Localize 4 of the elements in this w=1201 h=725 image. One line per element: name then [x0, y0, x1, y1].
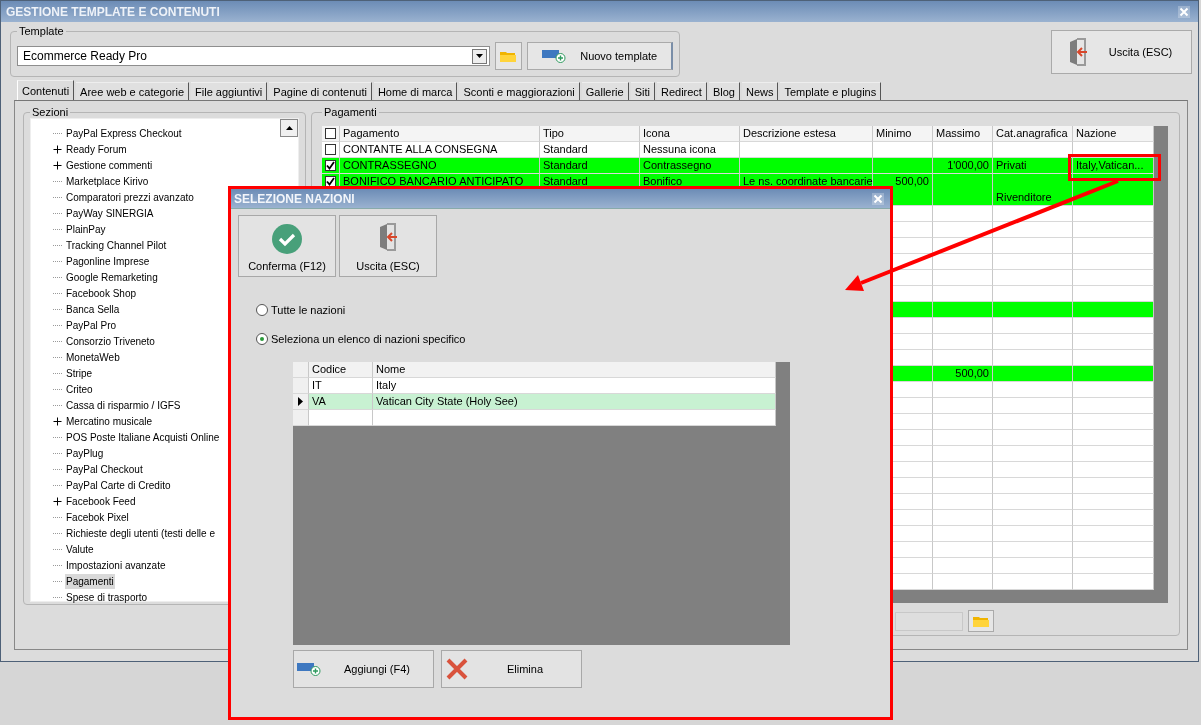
group-label: Pagamenti [323, 106, 378, 118]
group-label: Sezioni [31, 106, 70, 118]
group-label: Template [18, 25, 65, 37]
window-title: GESTIONE TEMPLATE E CONTENUTI [6, 4, 220, 19]
